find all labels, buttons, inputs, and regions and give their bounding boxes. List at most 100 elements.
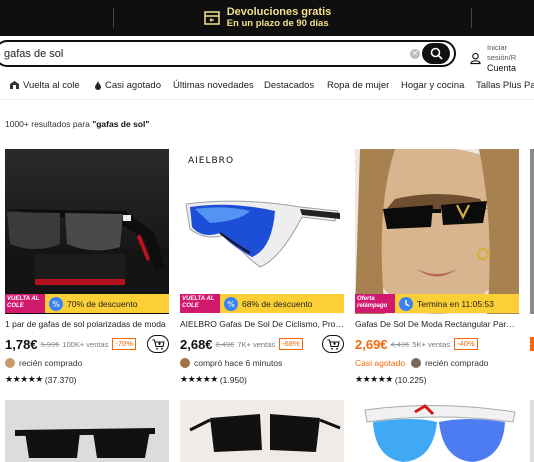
price-row: 2,68€ 8,49€ 7K+ ventas -68% [180,335,344,353]
add-to-cart-button[interactable] [147,335,169,353]
nav-item-label: Destacados [264,79,315,91]
product-title[interactable]: AIELBRO Gafas De Sol De Ciclismo, Protec… [180,319,344,329]
brand-logo: AIELBRO [188,156,234,166]
banner-divider [113,8,114,28]
product-image[interactable] [5,149,169,314]
product-title[interactable]: Gafas De Sol De Moda Rectangular Para Mu… [355,319,519,329]
nav-item-label: Vuelta al cole [23,79,80,91]
svg-text:%: % [52,300,60,309]
promo-badge: Oferta relámpago [355,294,395,313]
product-image[interactable] [355,400,519,462]
rating: ★★★★★ (10.225) [355,374,427,385]
search-icon [430,47,443,60]
divider [0,99,534,100]
percent-icon: % [224,296,238,311]
product-title[interactable]: 1 par de gafas de sol polarizadas de mod… [5,319,169,329]
rating: ★★★★★ (37.370) [5,374,77,385]
account-link[interactable]: Iniciar sesión/R Cuenta [470,43,534,73]
price-row: 1,78€ 5,99€ 100K+ ventas -70% [5,335,169,353]
search-button[interactable] [422,43,450,64]
results-query: "gafas de sol" [92,119,150,129]
product-image[interactable] [355,149,519,314]
original-price: 8,49€ [215,339,235,349]
product-card[interactable]: AIELBRO VUELTA AL COLE % 68% de descuent… [180,149,344,389]
avatar [5,358,15,368]
banner-divider [471,8,472,28]
price-row: 2,69€ 4,49€ 5K+ ventas -40% [355,335,519,353]
clock-icon [399,296,413,311]
next-product-image-partial[interactable] [530,400,534,462]
promo-tag: VUELTA AL COLE % 70% de descuento [5,294,169,313]
social-text: recién comprado [425,358,489,368]
avatar [180,358,190,368]
return-box-icon [203,11,220,25]
nav-item-label: Casi agotado [105,79,161,91]
discount-badge: -68% [279,338,303,350]
add-to-cart-button[interactable] [322,335,344,353]
nav-item-label: Últimas novedades [173,79,254,91]
product-card[interactable]: Oferta relámpago Termina en 11:05:53 Gaf… [355,149,519,389]
price: 2,69€ [355,336,388,352]
nav-item-tallas-plus[interactable]: Tallas Plus Para [476,74,534,96]
search-input[interactable] [4,46,394,62]
low-stock-label: Casi agotado [355,358,406,368]
nav-item-destacados[interactable]: Destacados [264,74,314,96]
sold-count: 7K+ ventas [237,339,276,349]
nav-item-label: Ropa de mujer [327,79,390,91]
percent-icon: % [49,296,63,311]
drop-icon [95,80,101,90]
clear-search-icon[interactable]: ✕ [410,49,420,59]
social-text: compró hace 6 minutos [194,358,283,368]
review-count: (37.370) [44,374,77,385]
social-proof: Casi agotado recién comprado [355,356,488,370]
original-price: 5,99€ [40,339,60,349]
sold-count: 100K+ ventas [62,339,109,349]
nav-item-label: Hogar y cocina [401,79,465,91]
sold-count: 5K+ ventas [412,339,451,349]
nav-item-hogar-y-cocina[interactable]: Hogar y cocina [401,74,464,96]
sign-in-label: Iniciar sesión/R [487,43,517,62]
cart-plus-icon [327,338,340,350]
price: 2,68€ [180,336,213,352]
nav-item-casi-agotado[interactable]: Casi agotado [94,74,161,96]
social-proof: recién comprado [5,356,82,370]
discount-badge: -40% [454,338,478,350]
product-image[interactable]: AIELBRO [180,149,344,314]
nav-item-ultimas-novedades[interactable]: Últimas novedades [173,74,254,96]
product-card[interactable]: VUELTA AL COLE % 70% de descuento 1 par … [5,149,169,389]
nav-item-ropa-de-mujer[interactable]: Ropa de mujer [327,74,389,96]
banner-subtitle: En un plazo de 90 días [226,18,329,29]
promo-banner[interactable]: Devoluciones gratis En un plazo de 90 dí… [0,0,534,36]
promo-tag: VUELTA AL COLE % 68% de descuento [180,294,344,313]
promo-tag-text: 70% de descuento [67,298,138,309]
next-product-price-partial [530,337,534,351]
nav-item-label: Tallas Plus Para [476,79,534,91]
price: 1,78€ [5,336,38,352]
review-count: (1.950) [219,374,247,385]
social-text: recién comprado [19,358,83,368]
account-label: Cuenta [487,63,517,73]
user-icon [470,52,481,64]
results-count: 1000+ resultados para "gafas de sol" [5,119,149,129]
promo-badge: VUELTA AL COLE [5,294,45,313]
svg-text:%: % [227,300,235,309]
discount-badge: -70% [112,338,136,350]
avatar [411,358,422,368]
star-icon: ★★★★★ [5,374,43,384]
cart-plus-icon [152,338,165,350]
review-count: (10.225) [394,374,427,385]
countdown-text: Termina en 11:05:53 [417,298,494,309]
star-icon: ★★★★★ [355,374,393,384]
school-icon [10,81,19,89]
banner-title: Devoluciones gratis [226,6,332,18]
social-proof: compró hace 6 minutos [180,356,282,370]
product-image[interactable] [180,400,344,462]
star-icon: ★★★★★ [180,374,218,384]
next-product-image-partial[interactable] [530,149,534,314]
nav-item-vuelta-al-cole[interactable]: Vuelta al cole [9,74,80,96]
rating: ★★★★★ (1.950) [180,374,247,385]
product-image[interactable] [5,400,169,462]
promo-badge: VUELTA AL COLE [180,294,220,313]
results-count-text: 1000+ resultados para [5,119,93,129]
original-price: 4,49€ [390,339,410,349]
